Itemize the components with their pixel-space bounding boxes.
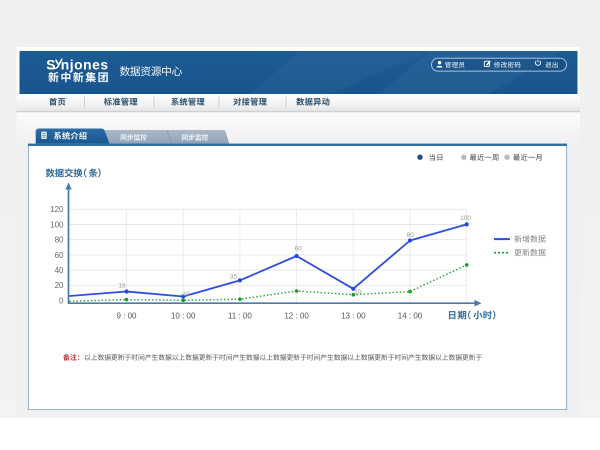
svg-text:10 : 00: 10 : 00 bbox=[171, 311, 196, 320]
svg-text:10: 10 bbox=[182, 291, 190, 298]
svg-text:9 : 00: 9 : 00 bbox=[116, 311, 137, 320]
svg-text:S: S bbox=[46, 57, 55, 72]
svg-text:60: 60 bbox=[295, 246, 303, 253]
svg-text:20: 20 bbox=[55, 281, 64, 290]
svg-text:100: 100 bbox=[460, 215, 471, 222]
svg-text:12 : 00: 12 : 00 bbox=[284, 311, 309, 320]
svg-text:11 : 00: 11 : 00 bbox=[228, 311, 252, 320]
svg-text:120: 120 bbox=[50, 205, 64, 214]
svg-text:35: 35 bbox=[230, 274, 238, 281]
svg-text:14 : 00: 14 : 00 bbox=[398, 311, 423, 320]
svg-text:60: 60 bbox=[55, 251, 64, 260]
svg-text:18: 18 bbox=[118, 283, 126, 290]
svg-text:80: 80 bbox=[407, 232, 415, 239]
svg-text:0: 0 bbox=[59, 296, 64, 305]
svg-text:10: 10 bbox=[354, 289, 362, 296]
svg-text:80: 80 bbox=[55, 236, 64, 245]
svg-text:100: 100 bbox=[50, 220, 64, 229]
svg-text:njones: njones bbox=[61, 57, 109, 72]
svg-text:40: 40 bbox=[55, 266, 64, 275]
svg-text:13 : 00: 13 : 00 bbox=[341, 311, 366, 320]
